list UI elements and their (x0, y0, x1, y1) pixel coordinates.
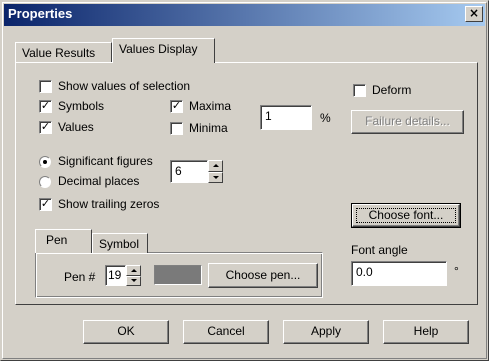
ok-label: OK (117, 324, 135, 338)
close-button[interactable]: × (465, 6, 483, 22)
digits-input[interactable]: 6 (170, 160, 208, 183)
arrow-down-icon (213, 176, 219, 179)
arrow-up-icon (213, 164, 219, 167)
check-icon: ✓ (40, 120, 51, 133)
percent-value: 1 (265, 109, 272, 123)
decimal-places-radio[interactable] (39, 176, 51, 188)
maxima-checkbox[interactable]: ✓ (170, 100, 183, 113)
ok-button[interactable]: OK (83, 320, 169, 344)
arrow-down-icon (131, 279, 137, 282)
pen-number-spinner[interactable] (126, 265, 141, 286)
deform-checkbox[interactable] (353, 84, 366, 97)
maxima-label: Maxima (189, 99, 232, 113)
significant-figures-label: Significant figures (58, 154, 153, 168)
values-display-panel: Show values of selection ✓ Symbols ✓ Val… (15, 62, 478, 305)
help-button[interactable]: Help (383, 320, 469, 344)
tab-label: Values Display (119, 42, 198, 56)
choose-font-button[interactable]: Choose font... (351, 203, 461, 228)
apply-label: Apply (310, 324, 342, 338)
values-checkbox[interactable]: ✓ (39, 121, 52, 134)
percent-input[interactable]: 1 (260, 105, 312, 130)
tab-value-results[interactable]: Value Results (15, 42, 112, 64)
font-angle-input[interactable]: 0.0 (351, 261, 447, 286)
pen-number-input[interactable]: 19 (105, 265, 126, 286)
symbols-checkbox[interactable]: ✓ (39, 100, 52, 113)
minima-checkbox[interactable] (170, 122, 183, 135)
show-values-selection-label: Show values of selection (58, 79, 191, 93)
decimal-places-label: Decimal places (58, 174, 140, 188)
tab-label: Value Results (22, 46, 96, 60)
help-label: Help (413, 324, 439, 338)
window-title: Properties (8, 6, 73, 21)
symbols-label: Symbols (58, 99, 105, 113)
tab-values-display[interactable]: Values Display (112, 38, 215, 63)
arrow-up-icon (131, 269, 137, 272)
tab-label: Pen (46, 233, 68, 247)
check-icon: ✓ (171, 99, 182, 112)
choose-pen-label: Choose pen... (225, 268, 301, 282)
spin-down-button[interactable] (208, 172, 223, 183)
spin-up-button[interactable] (126, 265, 141, 276)
digits-spinner[interactable] (208, 160, 223, 183)
failure-details-button[interactable]: Failure details... (351, 110, 464, 134)
minima-label: Minima (189, 121, 228, 135)
significant-figures-radio[interactable] (39, 156, 51, 168)
tab-label: Symbol (99, 237, 140, 251)
title-bar[interactable]: Properties × (4, 4, 485, 26)
check-icon: ✓ (40, 99, 51, 112)
show-values-selection-checkbox[interactable] (39, 80, 52, 93)
font-angle-value: 0.0 (356, 265, 373, 279)
deform-label: Deform (372, 83, 412, 97)
cancel-button[interactable]: Cancel (183, 320, 269, 344)
pen-number-label: Pen # (64, 270, 96, 284)
values-label: Values (58, 120, 94, 134)
percent-unit: % (320, 111, 331, 125)
font-angle-label: Font angle (351, 243, 408, 257)
show-trailing-zeros-label: Show trailing zeros (58, 197, 160, 211)
failure-details-label: Failure details... (365, 114, 450, 128)
cancel-label: Cancel (207, 324, 245, 338)
properties-dialog: Properties × Value Results Values Displa… (0, 0, 489, 361)
digits-value: 6 (175, 164, 182, 178)
apply-button[interactable]: Apply (283, 320, 369, 344)
tab-symbol[interactable]: Symbol (92, 233, 148, 253)
spin-down-button[interactable] (126, 276, 141, 286)
close-icon: × (468, 6, 480, 20)
show-trailing-zeros-checkbox[interactable]: ✓ (39, 198, 52, 211)
degree-unit: ° (454, 264, 459, 278)
check-icon: ✓ (40, 197, 51, 210)
pen-number-value: 19 (108, 268, 122, 282)
pen-color-swatch (154, 265, 202, 285)
tab-pen[interactable]: Pen (35, 229, 92, 253)
spin-up-button[interactable] (208, 160, 223, 172)
choose-pen-button[interactable]: Choose pen... (208, 263, 318, 288)
